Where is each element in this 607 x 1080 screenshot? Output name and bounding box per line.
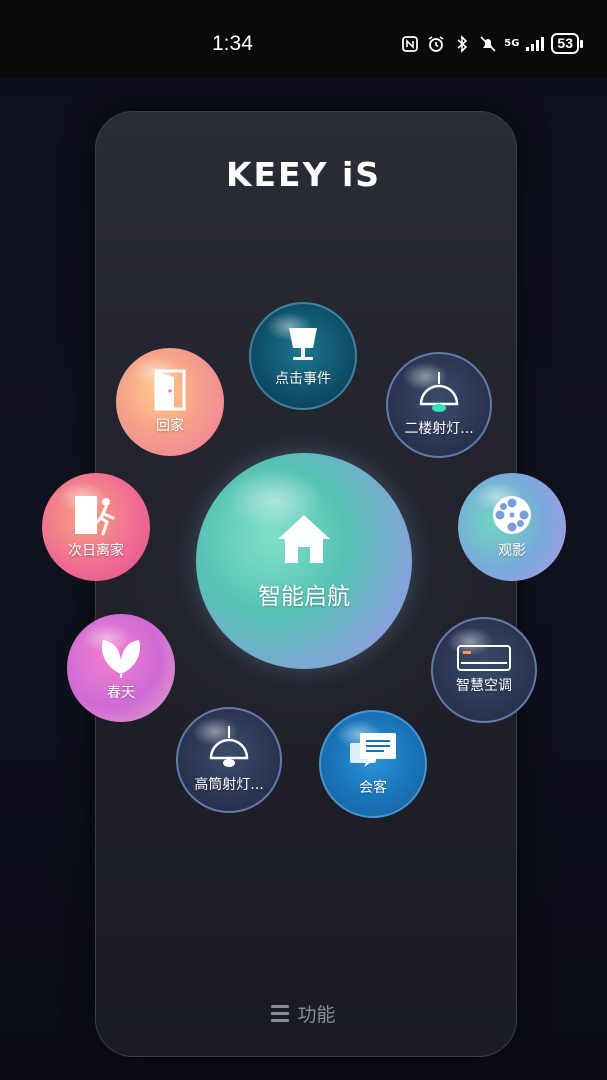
scene-guanying-label: 观影 bbox=[498, 543, 526, 559]
scene-chuntian-label: 春天 bbox=[107, 685, 135, 701]
scene-dianji-button[interactable]: 点击事件 bbox=[249, 302, 357, 410]
film-reel-icon bbox=[491, 494, 533, 536]
scene-ciri-button[interactable]: 次日离家 bbox=[42, 473, 150, 581]
status-bar: 1:34 5G 53 bbox=[0, 0, 607, 78]
lamp-icon bbox=[283, 324, 323, 364]
scene-ciri-label: 次日离家 bbox=[68, 543, 124, 559]
chat-icon bbox=[348, 731, 398, 773]
scene-gaotong-label: 高筒射灯... bbox=[194, 777, 264, 793]
function-menu-button[interactable]: 功能 bbox=[0, 1000, 607, 1027]
scene-center-button[interactable]: 智能启航 bbox=[196, 453, 412, 669]
alarm-icon bbox=[426, 34, 446, 54]
nfc-icon bbox=[400, 34, 420, 54]
scene-huike-button[interactable]: 会客 bbox=[319, 710, 427, 818]
menu-icon bbox=[271, 1005, 290, 1022]
battery-indicator: 53 bbox=[551, 33, 583, 54]
scene-dianji-label: 点击事件 bbox=[275, 371, 331, 387]
home-icon bbox=[274, 511, 334, 567]
scene-huijia-button[interactable]: 回家 bbox=[116, 348, 224, 456]
signal-icon bbox=[525, 34, 545, 54]
scene-zhihui-button[interactable]: 智慧空调 bbox=[431, 617, 537, 723]
app-screen: 1:34 5G 53 KEEY iS 智能启航 点击事件 回家 二楼射灯... … bbox=[0, 0, 607, 1080]
scene-erlou-button[interactable]: 二楼射灯... bbox=[386, 352, 492, 458]
air-conditioner-icon bbox=[457, 645, 511, 671]
bluetooth-icon bbox=[452, 34, 472, 54]
network-type: 5G bbox=[504, 38, 520, 49]
scene-center-label: 智能启航 bbox=[258, 584, 350, 610]
scene-gaotong-button[interactable]: 高筒射灯... bbox=[176, 707, 282, 813]
leave-home-icon bbox=[73, 494, 119, 536]
leaf-icon bbox=[97, 634, 145, 678]
scene-chuntian-button[interactable]: 春天 bbox=[67, 614, 175, 722]
scene-erlou-label: 二楼射灯... bbox=[404, 421, 474, 437]
app-logo: KEEY iS bbox=[225, 155, 382, 194]
scene-zhihui-label: 智慧空调 bbox=[456, 678, 512, 694]
pendant-light-icon bbox=[207, 726, 251, 770]
function-label: 功能 bbox=[297, 1004, 336, 1026]
status-time: 1:34 bbox=[212, 32, 253, 55]
scene-guanying-button[interactable]: 观影 bbox=[458, 473, 566, 581]
scene-huike-label: 会客 bbox=[359, 780, 387, 796]
mute-icon bbox=[478, 34, 498, 54]
door-icon bbox=[152, 369, 188, 411]
status-icons: 5G 53 bbox=[400, 33, 583, 54]
scene-huijia-label: 回家 bbox=[156, 418, 184, 434]
pendant-light-icon bbox=[417, 372, 461, 414]
